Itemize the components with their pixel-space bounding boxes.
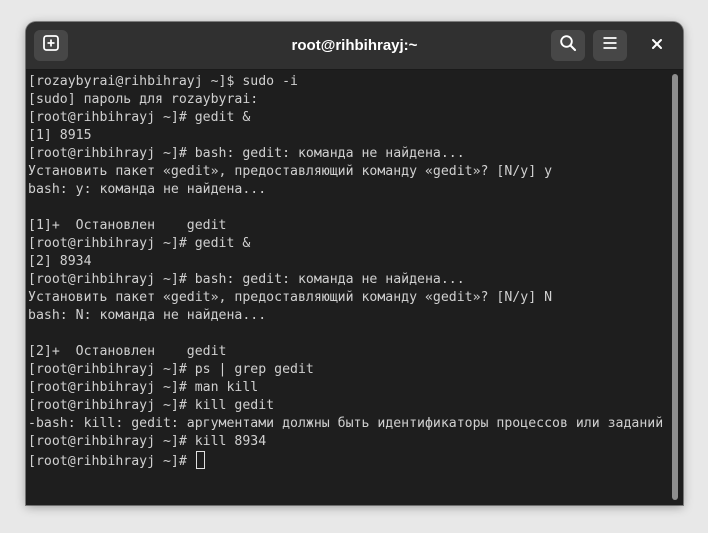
terminal-line: [root@rihbihrayj ~]# kill gedit bbox=[28, 398, 275, 413]
hamburger-menu-icon bbox=[601, 34, 619, 57]
terminal-line: bash: y: команда не найдена... bbox=[28, 182, 267, 197]
scrollbar[interactable] bbox=[669, 70, 683, 505]
terminal-line: [2]+ Остановлен gedit bbox=[28, 344, 227, 359]
terminal-line: bash: N: команда не найдена... bbox=[28, 308, 267, 323]
terminal-line: Установить пакет «gedit», предоставляющи… bbox=[28, 290, 553, 305]
terminal-line: -bash: kill: gedit: аргументами должны б… bbox=[28, 416, 664, 431]
search-icon bbox=[559, 34, 577, 57]
text-cursor bbox=[195, 451, 205, 469]
terminal-prompt-line[interactable]: [root@rihbihrayj ~]# bbox=[28, 451, 205, 469]
new-tab-button[interactable] bbox=[34, 30, 68, 61]
search-button[interactable] bbox=[551, 30, 585, 61]
terminal-line: Установить пакет «gedit», предоставляющи… bbox=[28, 164, 553, 179]
terminal-output[interactable]: [rozaybyrai@rihbihrayj ~]$ sudo -i [sudo… bbox=[26, 70, 666, 505]
main-menu-button[interactable] bbox=[593, 30, 627, 61]
terminal-line: [root@rihbihrayj ~]# gedit & bbox=[28, 110, 251, 125]
scrollbar-thumb[interactable] bbox=[672, 74, 678, 500]
terminal-window: root@rihbihrayj:~ [rozaybyrai@rihbihrayj… bbox=[26, 22, 683, 505]
close-button[interactable] bbox=[644, 33, 670, 59]
new-tab-icon bbox=[42, 34, 60, 57]
terminal-line: [root@rihbihrayj ~]# bash: gedit: команд… bbox=[28, 146, 465, 161]
terminal-line: [root@rihbihrayj ~]# gedit & bbox=[28, 236, 251, 251]
terminal-line: [1]+ Остановлен gedit bbox=[28, 218, 227, 233]
terminal-line: [1] 8915 bbox=[28, 128, 92, 143]
terminal-line: [sudo] пароль для rozaybyrai: bbox=[28, 92, 259, 107]
close-icon bbox=[651, 37, 663, 55]
terminal-line: [2] 8934 bbox=[28, 254, 92, 269]
header-bar: root@rihbihrayj:~ bbox=[26, 22, 683, 70]
terminal-line: [root@rihbihrayj ~]# kill 8934 bbox=[28, 434, 267, 449]
terminal-line: [root@rihbihrayj ~]# ps | grep gedit bbox=[28, 362, 314, 377]
terminal-prompt: [root@rihbihrayj ~]# bbox=[28, 454, 195, 469]
terminal-line: [root@rihbihrayj ~]# man kill bbox=[28, 380, 259, 395]
terminal-line: [rozaybyrai@rihbihrayj ~]$ sudo -i bbox=[28, 74, 298, 89]
terminal-line: [root@rihbihrayj ~]# bash: gedit: команд… bbox=[28, 272, 465, 287]
